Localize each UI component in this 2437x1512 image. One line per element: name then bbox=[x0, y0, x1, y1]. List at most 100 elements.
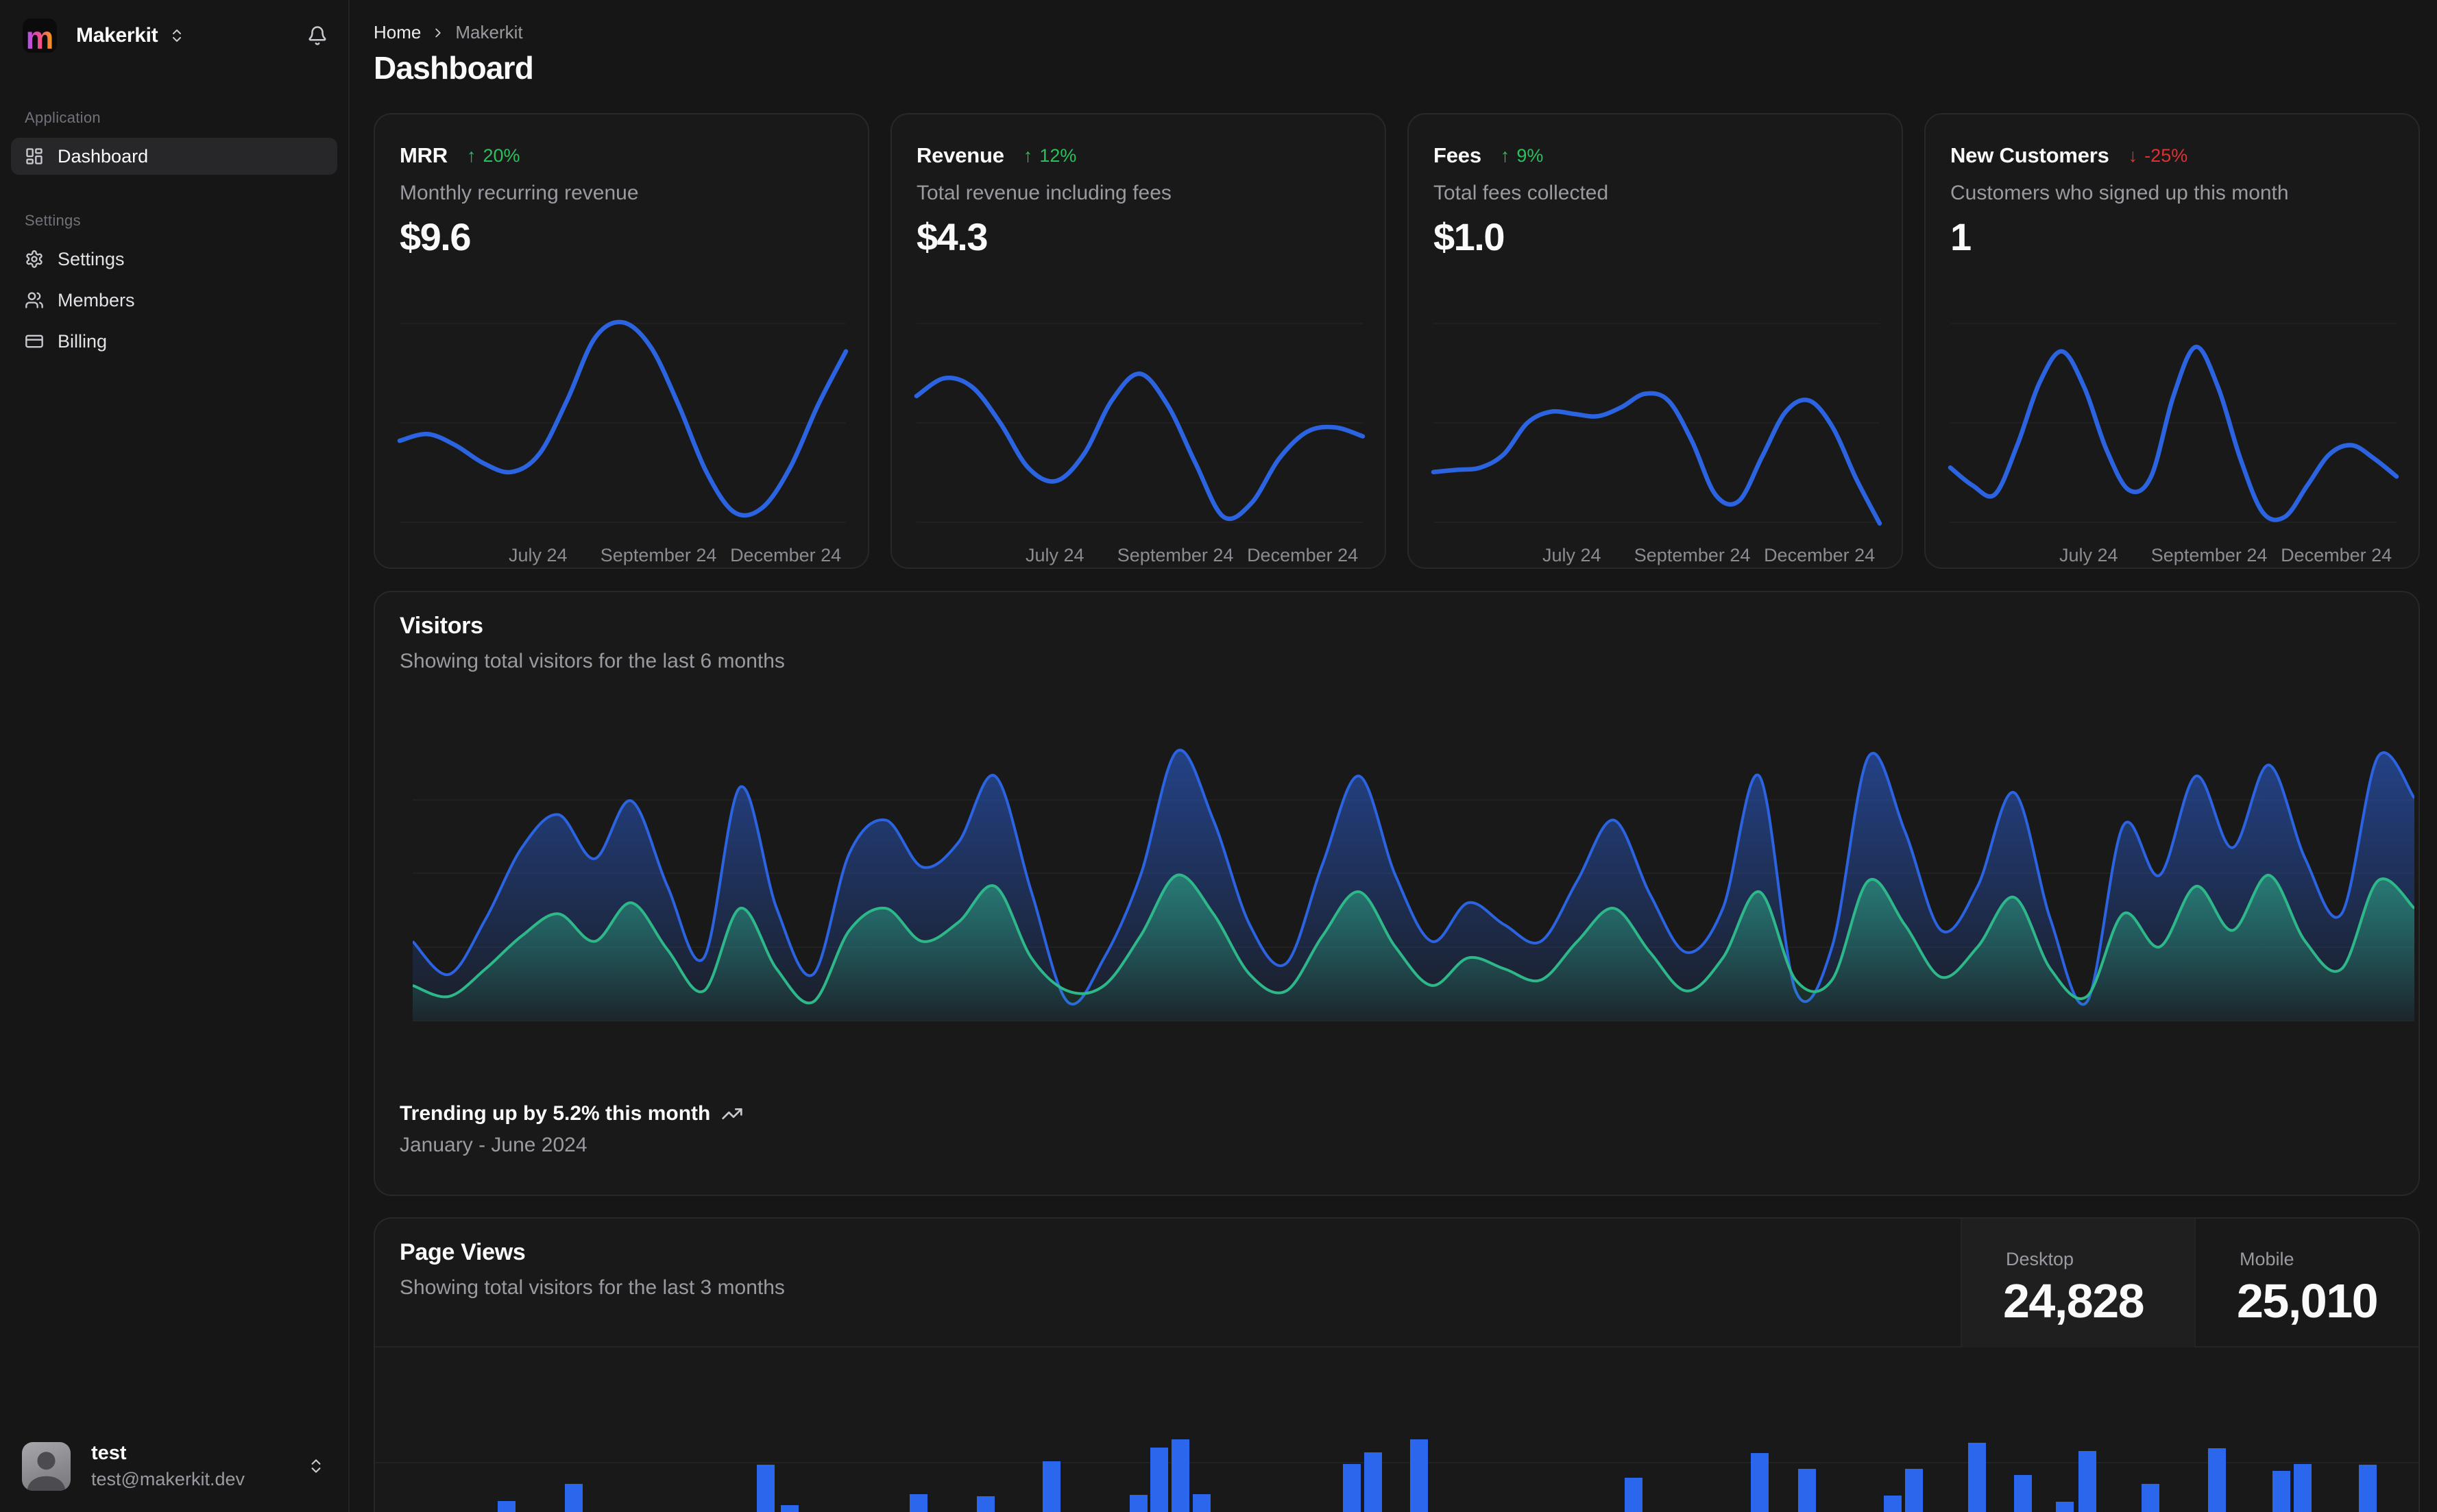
bar bbox=[1968, 1443, 1986, 1512]
stat-description: Monthly recurring revenue bbox=[400, 182, 639, 204]
bar bbox=[565, 1484, 583, 1512]
sidebar-item-settings[interactable]: Settings bbox=[11, 241, 337, 278]
bar bbox=[1625, 1478, 1642, 1512]
sidebar-item-members[interactable]: Members bbox=[11, 282, 337, 319]
arrow-up-icon: ↑ bbox=[1023, 145, 1033, 166]
bar bbox=[1130, 1495, 1148, 1512]
bar bbox=[2078, 1451, 2096, 1512]
visitors-area-chart bbox=[413, 748, 2414, 1021]
account-chevrons-icon bbox=[307, 1457, 325, 1475]
stat-value: $1.0 bbox=[1433, 215, 1505, 258]
bar bbox=[1043, 1461, 1060, 1512]
visitors-card: Visitors Showing total visitors for the … bbox=[374, 591, 2420, 1196]
breadcrumb-current: Makerkit bbox=[455, 22, 523, 42]
bar bbox=[2294, 1464, 2312, 1512]
sidebar-item-dashboard[interactable]: Dashboard bbox=[11, 138, 337, 175]
visitors-footer-primary: Trending up by 5.2% this month bbox=[400, 1102, 711, 1125]
user-name: test bbox=[91, 1442, 127, 1464]
trend-badge: ↑ 20% bbox=[467, 145, 520, 166]
x-axis-labels: July 24 September 24 December 24 bbox=[2059, 545, 2392, 565]
bar bbox=[2056, 1502, 2074, 1512]
main-content: Home Makerkit Dashboard MRR ↑ 20% Monthl… bbox=[350, 0, 2437, 1512]
mobile-total: 25,010 bbox=[2237, 1274, 2379, 1328]
bar bbox=[910, 1494, 927, 1512]
trend-badge: ↑ 12% bbox=[1023, 145, 1077, 166]
stat-description: Total revenue including fees bbox=[917, 182, 1172, 204]
gridline bbox=[375, 1462, 2418, 1463]
bar bbox=[1884, 1496, 1902, 1512]
page-title: Dashboard bbox=[374, 50, 534, 86]
sparkline-chart bbox=[1431, 323, 1882, 526]
x-axis-labels: July 24 September 24 December 24 bbox=[509, 545, 842, 565]
chevron-right-icon bbox=[435, 28, 441, 37]
stat-title: Fees bbox=[1433, 143, 1481, 167]
stat-title: Revenue bbox=[917, 143, 1004, 167]
toggle-mobile[interactable]: Mobile 25,010 bbox=[2194, 1219, 2421, 1348]
bar bbox=[781, 1505, 799, 1512]
stat-card-new-customers: New Customers ↓ -25% Customers who signe… bbox=[1924, 113, 2420, 569]
page-views-card: Page Views Showing total visitors for th… bbox=[374, 1217, 2420, 1512]
stat-title: MRR bbox=[400, 143, 448, 167]
bar bbox=[977, 1496, 995, 1512]
bar bbox=[2359, 1465, 2377, 1512]
makerkit-logo: m bbox=[23, 19, 57, 53]
page-views-subtitle: Showing total visitors for the last 3 mo… bbox=[400, 1276, 785, 1299]
page-views-title: Page Views bbox=[400, 1239, 526, 1265]
stat-card-fees: Fees ↑ 9% Total fees collected $1.0 July… bbox=[1407, 113, 1903, 569]
sidebar-item-billing[interactable]: Billing bbox=[11, 323, 337, 360]
users-icon bbox=[25, 292, 43, 308]
arrow-up-icon: ↑ bbox=[467, 145, 476, 166]
bar bbox=[1364, 1452, 1382, 1512]
stat-value: $4.3 bbox=[917, 215, 989, 258]
toggle-desktop[interactable]: Desktop 24,828 bbox=[1961, 1219, 2194, 1348]
sparkline-chart bbox=[1948, 323, 2399, 523]
bar bbox=[1343, 1464, 1361, 1512]
visitors-subtitle: Showing total visitors for the last 6 mo… bbox=[400, 650, 785, 672]
sparkline-chart bbox=[397, 319, 849, 523]
bar bbox=[1172, 1439, 1189, 1512]
bar bbox=[2014, 1475, 2032, 1512]
arrow-up-icon: ↑ bbox=[1500, 145, 1510, 166]
sidebar-item-label: Members bbox=[58, 289, 135, 310]
sidebar: m Makerkit Application Dashboard Setting… bbox=[0, 0, 350, 1512]
page-views-header: Page Views Showing total visitors for th… bbox=[375, 1219, 2418, 1348]
trend-badge: ↑ 9% bbox=[1500, 145, 1544, 166]
trending-up-icon bbox=[722, 1108, 743, 1119]
bar bbox=[2272, 1471, 2290, 1512]
bar bbox=[1193, 1494, 1211, 1512]
arrow-down-icon: ↓ bbox=[2128, 145, 2138, 166]
stat-description: Customers who signed up this month bbox=[1950, 182, 2289, 204]
bar bbox=[1798, 1469, 1816, 1512]
stat-card-revenue: Revenue ↑ 12% Total revenue including fe… bbox=[890, 113, 1386, 569]
credit-card-icon bbox=[25, 334, 43, 348]
user-email: test@makerkit.dev bbox=[91, 1469, 245, 1490]
sidebar-item-label: Settings bbox=[58, 248, 125, 269]
stat-value: 1 bbox=[1950, 215, 1972, 258]
bar bbox=[2208, 1448, 2226, 1512]
breadcrumb: Home Makerkit bbox=[374, 22, 523, 43]
bar bbox=[1751, 1453, 1769, 1512]
bar bbox=[2142, 1484, 2159, 1512]
bar bbox=[1905, 1469, 1923, 1512]
bar bbox=[757, 1465, 775, 1512]
page-views-bar-chart bbox=[375, 1348, 2418, 1512]
x-axis-labels: July 24 September 24 December 24 bbox=[1026, 545, 1359, 565]
breadcrumb-home-link[interactable]: Home bbox=[374, 22, 421, 43]
stat-card-mrr: MRR ↑ 20% Monthly recurring revenue $9.6… bbox=[374, 113, 869, 569]
workspace-header: m Makerkit bbox=[0, 0, 348, 53]
bar bbox=[498, 1501, 516, 1512]
layout-dashboard-icon bbox=[26, 148, 43, 164]
stat-value: $9.6 bbox=[400, 215, 472, 258]
sidebar-item-label: Dashboard bbox=[58, 145, 149, 167]
trend-badge: ↓ -25% bbox=[2128, 145, 2188, 166]
notifications-bell-icon[interactable] bbox=[307, 25, 328, 46]
sparkline-chart bbox=[914, 323, 1366, 523]
sidebar-group-application: Application bbox=[25, 109, 101, 126]
account-menu-trigger[interactable]: test test@makerkit.dev bbox=[0, 1441, 348, 1491]
workspace-switcher-chevrons-icon[interactable] bbox=[169, 27, 185, 44]
bar bbox=[1150, 1448, 1168, 1512]
stat-title: New Customers bbox=[1950, 143, 2109, 167]
desktop-total: 24,828 bbox=[2003, 1274, 2145, 1328]
workspace-name[interactable]: Makerkit bbox=[76, 24, 158, 47]
visitors-footer-secondary: January - June 2024 bbox=[400, 1134, 587, 1156]
